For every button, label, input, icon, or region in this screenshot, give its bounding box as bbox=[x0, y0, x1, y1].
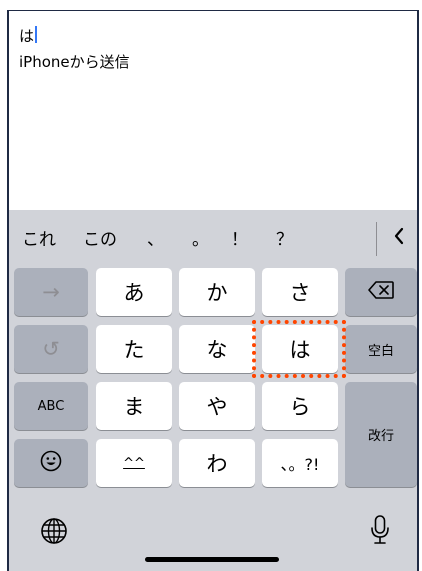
punctuation-key[interactable]: 、。?! bbox=[262, 439, 338, 487]
key-wa[interactable]: わ bbox=[179, 439, 255, 487]
space-key[interactable]: 空白 bbox=[345, 325, 417, 373]
key-sa-label: さ bbox=[289, 281, 311, 305]
space-key-label: 空白 bbox=[367, 343, 394, 359]
key-ma-label: ま bbox=[123, 395, 145, 419]
key-ta[interactable]: た bbox=[96, 325, 172, 373]
undo-key[interactable]: ↺ bbox=[14, 325, 88, 373]
abc-key-label: ABC bbox=[37, 398, 65, 414]
typed-text[interactable]: は bbox=[19, 25, 34, 46]
return-key-label: 改行 bbox=[367, 429, 394, 444]
candidate-bar bbox=[9, 210, 417, 268]
key-ha[interactable]: は bbox=[262, 325, 338, 373]
candidate-4[interactable]: 。 bbox=[192, 228, 209, 252]
backspace-key[interactable] bbox=[345, 268, 417, 316]
text-caret bbox=[35, 26, 37, 43]
chevron-left-icon[interactable] bbox=[393, 226, 405, 251]
emoji-key[interactable] bbox=[14, 439, 88, 487]
undo-icon: ↺ bbox=[42, 337, 60, 361]
key-a-label: あ bbox=[123, 281, 145, 305]
next-arrow-key[interactable]: → bbox=[14, 268, 88, 316]
kaomoji-key[interactable]: ^^ bbox=[96, 439, 172, 487]
microphone-icon[interactable] bbox=[365, 512, 395, 548]
candidate-2[interactable]: この bbox=[83, 228, 117, 252]
globe-icon[interactable] bbox=[38, 515, 70, 547]
key-ya[interactable]: や bbox=[179, 382, 255, 430]
punctuation-key-label: 、。?! bbox=[280, 455, 320, 474]
abc-key[interactable]: ABC bbox=[14, 382, 88, 430]
frame-border-right bbox=[417, 10, 419, 571]
key-wa-label: わ bbox=[206, 452, 228, 476]
emoji-icon bbox=[40, 450, 62, 477]
key-sa[interactable]: さ bbox=[262, 268, 338, 316]
key-ra[interactable]: ら bbox=[262, 382, 338, 430]
delete-left-icon bbox=[368, 280, 394, 304]
key-ha-label: は bbox=[289, 338, 311, 362]
candidate-6[interactable]: ？ bbox=[276, 228, 293, 252]
key-ka[interactable]: か bbox=[179, 268, 255, 316]
key-ka-label: か bbox=[206, 281, 228, 305]
return-key[interactable]: 改行 bbox=[345, 382, 417, 487]
home-indicator[interactable] bbox=[145, 557, 279, 562]
signature-text[interactable]: iPhoneから送信 bbox=[19, 51, 130, 72]
key-ya-label: や bbox=[206, 395, 228, 419]
message-body[interactable] bbox=[9, 11, 417, 210]
candidate-5[interactable]: ！ bbox=[231, 228, 248, 252]
kaomoji-key-label: ^^ bbox=[123, 455, 145, 471]
key-na-label: な bbox=[206, 338, 228, 362]
key-na[interactable]: な bbox=[179, 325, 255, 373]
candidate-1[interactable]: これ bbox=[22, 228, 56, 252]
next-arrow-label: → bbox=[42, 280, 60, 304]
key-ta-label: た bbox=[123, 338, 145, 362]
key-ma[interactable]: ま bbox=[96, 382, 172, 430]
key-ra-label: ら bbox=[289, 395, 311, 419]
candidate-3[interactable]: 、 bbox=[147, 228, 164, 252]
key-a[interactable]: あ bbox=[96, 268, 172, 316]
candidate-divider bbox=[376, 222, 377, 256]
screen: は iPhoneから送信 これ この 、 。 ！ ？ → あ か さ ↺ た な… bbox=[0, 0, 422, 571]
